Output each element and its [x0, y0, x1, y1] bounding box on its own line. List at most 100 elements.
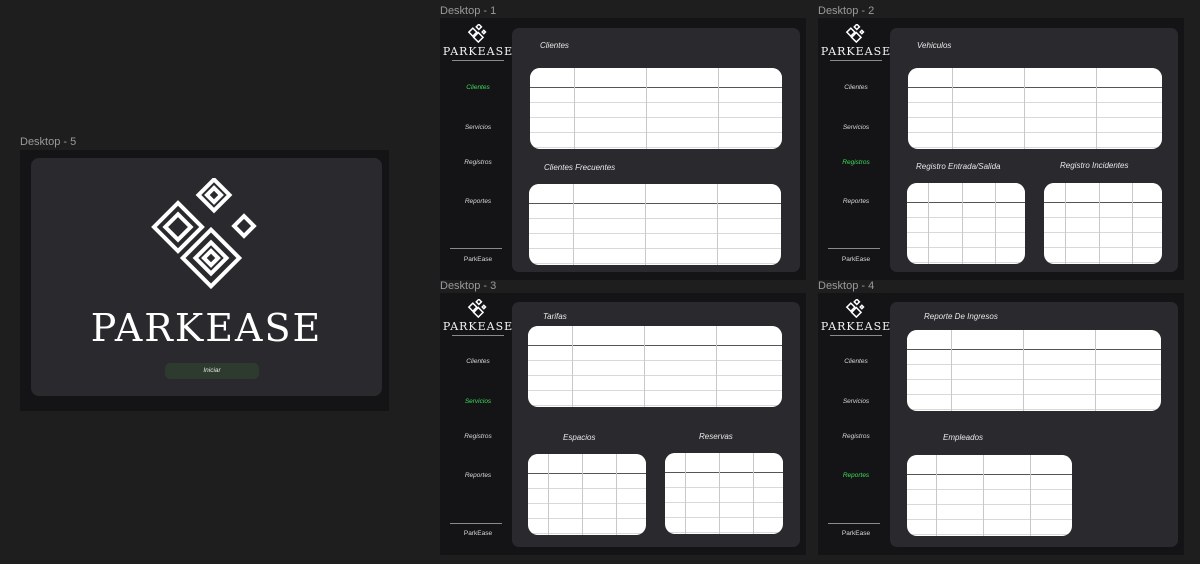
sidebar-item-servicios[interactable]: Servicios: [442, 398, 514, 405]
brand-name: PARKEASE: [442, 320, 514, 333]
column-divider: [548, 454, 549, 535]
column-divider: [646, 68, 647, 149]
sidebar-item-clientes[interactable]: Clientes: [442, 84, 514, 91]
table-header: [530, 68, 782, 88]
sidebar-item-reportes[interactable]: Reportes: [442, 472, 514, 479]
sidebar-divider: [828, 523, 880, 524]
brand: PARKEASE: [820, 299, 892, 336]
column-divider: [995, 183, 996, 264]
column-divider: [717, 184, 718, 265]
registro-incidentes-table[interactable]: [1044, 183, 1162, 264]
column-divider: [1096, 68, 1097, 149]
table-header: [907, 330, 1161, 350]
sidebar-item-servicios[interactable]: Servicios: [820, 398, 892, 405]
desktop-4-frame: PARKEASE Clientes Servicios Registros Re…: [818, 293, 1184, 555]
brand-divider: [452, 60, 504, 61]
splash-panel: PARKEASE Iniciar: [31, 158, 382, 396]
content-panel: Tarifas Espacios Reservas: [512, 302, 800, 547]
frame-label-desktop-2: Desktop - 2: [818, 5, 875, 17]
sidebar-item-servicios[interactable]: Servicios: [442, 124, 514, 131]
column-divider: [1024, 68, 1025, 149]
sidebar-divider: [828, 248, 880, 249]
sidebar-item-clientes[interactable]: Clientes: [820, 84, 892, 91]
section-title-espacios: Espacios: [563, 433, 596, 442]
sidebar-item-reportes[interactable]: Reportes: [820, 198, 892, 205]
sidebar-footer: ParkEase: [463, 256, 493, 263]
column-divider: [1095, 330, 1096, 411]
column-divider: [1132, 183, 1133, 264]
column-divider: [716, 326, 717, 407]
sidebar-item-registros[interactable]: Registros: [442, 433, 514, 440]
desktop-2-frame: PARKEASE Clientes Servicios Registros Re…: [818, 18, 1184, 280]
tarifas-table[interactable]: [528, 326, 782, 407]
table-header: [907, 183, 1025, 203]
frame-label-desktop-3: Desktop - 3: [440, 280, 497, 292]
brand-name: PARKEASE: [820, 45, 892, 58]
brand: PARKEASE: [442, 24, 514, 61]
brand: PARKEASE: [442, 299, 514, 336]
section-title-registro-incidentes: Registro Incidentes: [1060, 161, 1129, 170]
brand-name: PARKEASE: [442, 45, 514, 58]
column-divider: [685, 453, 686, 534]
column-divider: [983, 455, 984, 536]
sidebar-item-reportes[interactable]: Reportes: [442, 198, 514, 205]
column-divider: [719, 453, 720, 534]
column-divider: [951, 330, 952, 411]
sidebar-footer: ParkEase: [841, 256, 871, 263]
table-header: [528, 326, 782, 346]
diamond-logo-icon: [467, 299, 487, 319]
section-title-registro-entrada-salida: Registro Entrada/Salida: [916, 162, 1001, 171]
column-divider: [582, 454, 583, 535]
content-panel: Reporte De Ingresos Empleados: [890, 302, 1178, 547]
registro-entrada-salida-table[interactable]: [907, 183, 1025, 264]
sidebar-item-registros[interactable]: Registros: [820, 159, 892, 166]
frame-label-desktop-1: Desktop - 1: [440, 5, 497, 17]
sidebar-item-registros[interactable]: Registros: [820, 433, 892, 440]
section-title-empleados: Empleados: [943, 433, 984, 442]
sidebar-item-reportes[interactable]: Reportes: [820, 472, 892, 479]
sidebar-footer: ParkEase: [463, 530, 493, 537]
content-panel: Clientes Clientes Frecuentes: [512, 28, 800, 272]
column-divider: [753, 453, 754, 534]
espacios-table[interactable]: [528, 454, 646, 535]
column-divider: [574, 68, 575, 149]
table-header: [665, 453, 783, 473]
frame-label-desktop-4: Desktop - 4: [818, 280, 875, 292]
brand-wordmark: PARKEASE: [90, 306, 323, 350]
column-divider: [644, 326, 645, 407]
column-divider: [936, 455, 937, 536]
diamond-logo-icon: [845, 299, 865, 319]
column-divider: [573, 184, 574, 265]
section-title-tarifas: Tarifas: [543, 312, 567, 321]
vehiculos-table[interactable]: [908, 68, 1162, 149]
sidebar-divider: [450, 523, 502, 524]
clientes-frecuentes-table[interactable]: [529, 184, 781, 265]
reservas-table[interactable]: [665, 453, 783, 534]
column-divider: [1023, 330, 1024, 411]
reporte-ingresos-table[interactable]: [907, 330, 1161, 411]
brand-name: PARKEASE: [820, 320, 892, 333]
column-divider: [1099, 183, 1100, 264]
sidebar-item-servicios[interactable]: Servicios: [820, 124, 892, 131]
diamond-logo-icon: [845, 24, 865, 44]
table-header: [529, 184, 781, 204]
section-title-clientes: Clientes: [540, 41, 569, 50]
column-divider: [645, 184, 646, 265]
column-divider: [616, 454, 617, 535]
clientes-table[interactable]: [530, 68, 782, 149]
sidebar-item-registros[interactable]: Registros: [442, 159, 514, 166]
column-divider: [1065, 183, 1066, 264]
empleados-table[interactable]: [907, 455, 1072, 536]
table-header: [907, 455, 1072, 475]
start-button[interactable]: Iniciar: [165, 363, 259, 379]
section-title-clientes-frecuentes: Clientes Frecuentes: [544, 163, 616, 172]
sidebar-item-clientes[interactable]: Clientes: [442, 358, 514, 365]
section-title-vehiculos: Vehiculos: [917, 41, 952, 50]
table-header: [908, 68, 1162, 88]
brand-divider: [830, 60, 882, 61]
brand: PARKEASE: [820, 24, 892, 61]
diamond-logo-icon: [151, 178, 257, 290]
sidebar-item-clientes[interactable]: Clientes: [820, 358, 892, 365]
column-divider: [962, 183, 963, 264]
diamond-logo-icon: [467, 24, 487, 44]
